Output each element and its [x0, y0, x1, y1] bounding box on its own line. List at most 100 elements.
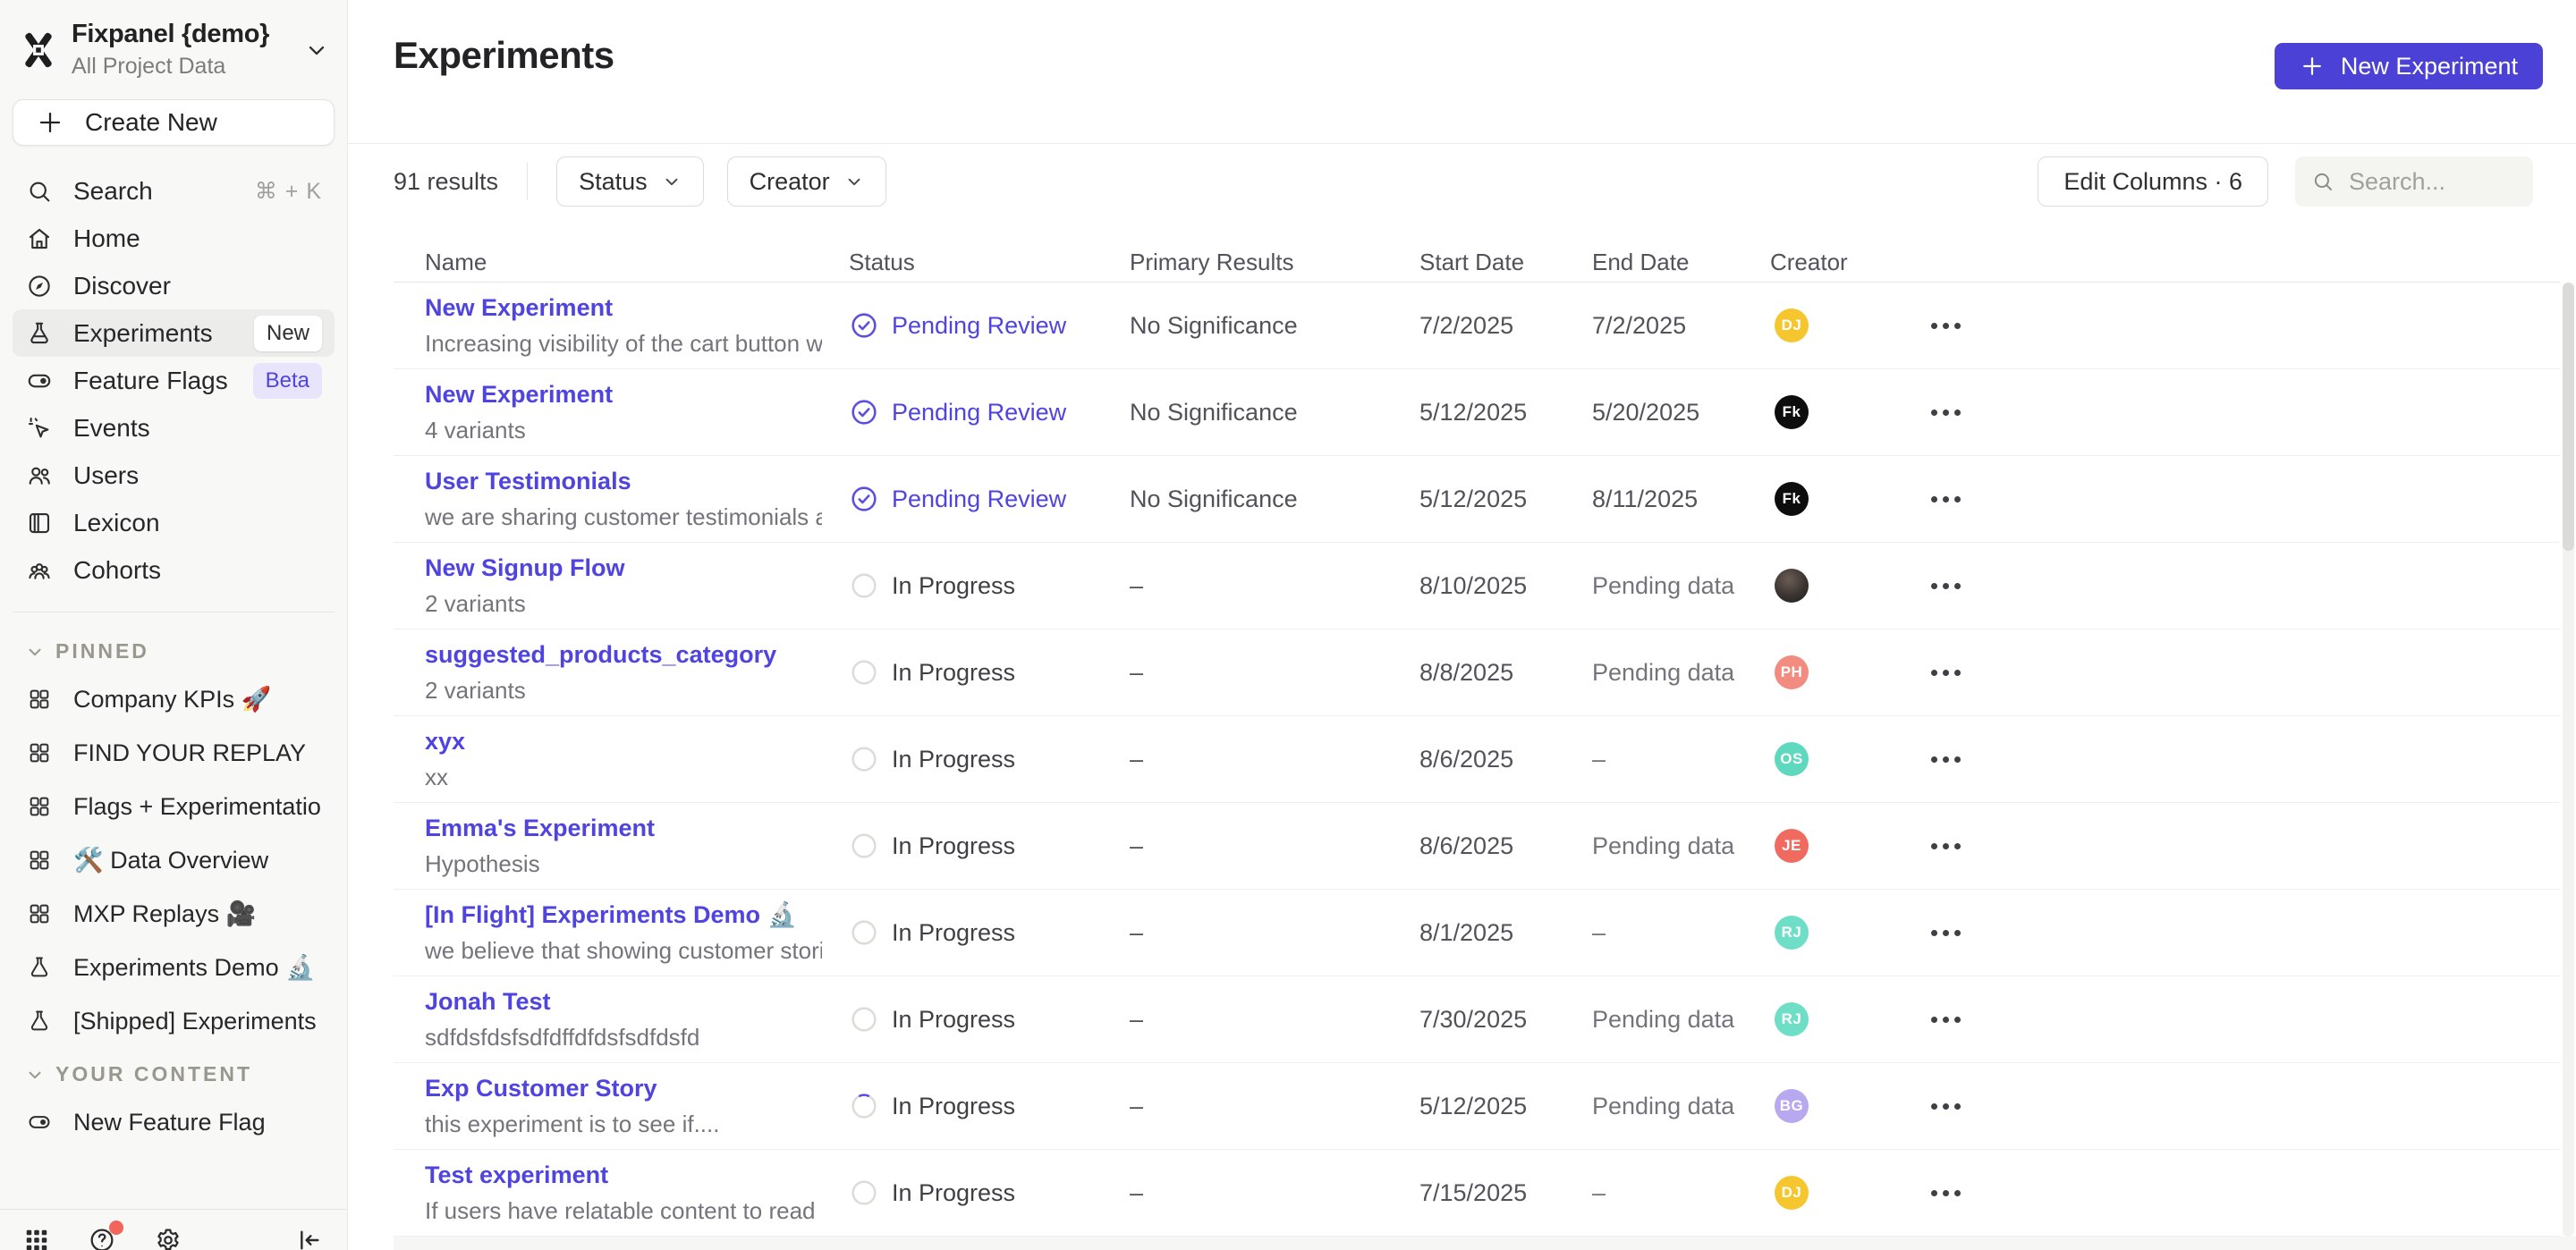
search-box[interactable] [2295, 156, 2533, 207]
creator-avatar[interactable]: DJ [1775, 1176, 1809, 1210]
column-header-status[interactable]: Status [849, 249, 1130, 276]
sidebar-item-feature-flags[interactable]: Feature Flags Beta [13, 357, 335, 404]
apps-grid-button[interactable] [23, 1227, 50, 1250]
search-input[interactable] [2347, 167, 2517, 197]
sidebar-item-cohorts[interactable]: Cohorts [13, 546, 335, 594]
pinned-item-mxp-replays[interactable]: MXP Replays 🎥 [13, 887, 335, 941]
table-row[interactable]: User Testimonials we are sharing custome… [394, 456, 2560, 543]
experiment-name-link[interactable]: New Experiment [425, 381, 822, 409]
pinned-item-experiments-demo[interactable]: Experiments Demo 🔬 [13, 941, 335, 994]
table-row[interactable]: New Experiment Increasing visibility of … [394, 283, 2560, 369]
cursor-click-icon [25, 415, 54, 442]
your-content-section-header[interactable]: YOUR CONTENT [0, 1048, 347, 1095]
column-header-end-date[interactable]: End Date [1592, 249, 1770, 276]
creator-avatar[interactable]: PH [1775, 655, 1809, 689]
workspace-switcher[interactable]: Fixpanel {demo} All Project Data [0, 0, 347, 90]
row-actions-button[interactable] [1926, 1181, 1966, 1205]
experiment-name-link[interactable]: New Signup Flow [425, 554, 822, 582]
primary-results-cell: – [1130, 919, 1419, 947]
status-empty-circle-icon [849, 1178, 879, 1208]
primary-results-cell: No Significance [1130, 486, 1419, 513]
primary-results-cell: No Significance [1130, 312, 1419, 340]
row-actions-button[interactable] [1926, 1094, 1966, 1119]
pinned-item-flags-experimentation-demo[interactable]: Flags + Experimentation Demo 🚩 [13, 780, 335, 833]
cohorts-icon [25, 557, 54, 584]
creator-avatar[interactable]: Fk [1775, 482, 1809, 516]
start-date-cell: 7/2/2025 [1419, 312, 1592, 340]
pinned-item-company-kpis[interactable]: Company KPIs 🚀 [13, 672, 335, 726]
creator-avatar[interactable]: JE [1775, 829, 1809, 863]
search-icon [2311, 170, 2334, 193]
main-area: Experiments New Experiment 91 results St… [348, 0, 2576, 1250]
creator-avatar[interactable]: RJ [1775, 916, 1809, 950]
table-row[interactable]: Exp Customer Story this experiment is to… [394, 1063, 2560, 1150]
primary-results-cell: – [1130, 572, 1419, 600]
experiment-name-link[interactable]: [In Flight] Experiments Demo 🔬 [425, 900, 822, 929]
experiment-name-link[interactable]: Test experiment [425, 1161, 822, 1189]
collapse-sidebar-button[interactable] [295, 1226, 324, 1250]
sidebar-item-lexicon[interactable]: Lexicon [13, 499, 335, 546]
column-header-primary-results[interactable]: Primary Results [1130, 249, 1419, 276]
table-row[interactable]: [In Flight] Experiments Demo 🔬 we believ… [394, 890, 2560, 976]
toggle-icon [25, 1110, 54, 1135]
column-header-name[interactable]: Name [425, 249, 849, 276]
row-actions-button[interactable] [1926, 401, 1966, 425]
row-actions-button[interactable] [1926, 834, 1966, 858]
creator-avatar[interactable]: BG [1775, 1089, 1809, 1123]
experiment-name-link[interactable]: New Experiment [425, 294, 822, 322]
end-date-cell: 8/11/2025 [1592, 486, 1770, 513]
table-row[interactable]: suggested_products_category 2 variants I… [394, 629, 2560, 716]
creator-avatar[interactable]: OS [1775, 742, 1809, 776]
column-header-creator[interactable]: Creator [1770, 249, 1931, 276]
pinned-section-header[interactable]: PINNED [0, 625, 347, 672]
row-actions-button[interactable] [1926, 487, 1966, 511]
table-row[interactable]: New Experiment 4 variants Pending Review… [394, 369, 2560, 456]
pinned-item-find-your-replay[interactable]: FIND YOUR REPLAY [13, 726, 335, 780]
sidebar-item-search[interactable]: Search ⌘ + K [13, 167, 335, 215]
creator-avatar[interactable] [1775, 569, 1809, 603]
row-actions-button[interactable] [1926, 1008, 1966, 1032]
creator-avatar[interactable]: RJ [1775, 1002, 1809, 1036]
scrollbar-thumb[interactable] [2563, 283, 2574, 551]
table-row[interactable]: New Signup Flow 2 variants In Progress –… [394, 543, 2560, 629]
table-row[interactable]: xyx xx In Progress – 8/6/2025 – OS [394, 716, 2560, 803]
sidebar-item-events[interactable]: Events [13, 404, 335, 452]
creator-filter-button[interactable]: Creator [727, 156, 886, 207]
pinned-item-shipped-experiments-demo[interactable]: [Shipped] Experiments Demo 🖊️ [13, 994, 335, 1048]
experiment-name-link[interactable]: xyx [425, 728, 822, 756]
row-actions-button[interactable] [1926, 661, 1966, 685]
status-empty-circle-icon [849, 657, 879, 688]
horizontal-scrollbar-track[interactable] [394, 1237, 2576, 1250]
row-actions-button[interactable] [1926, 921, 1966, 945]
pinned-item-data-overview[interactable]: 🛠️ Data Overview [13, 833, 335, 887]
table-row[interactable]: Emma's Experiment Hypothesis In Progress… [394, 803, 2560, 890]
sidebar-item-home[interactable]: Home [13, 215, 335, 262]
experiment-name-link[interactable]: Jonah Test [425, 988, 822, 1016]
settings-gear-button[interactable] [154, 1226, 182, 1250]
sidebar-item-discover[interactable]: Discover [13, 262, 335, 309]
status-filter-button[interactable]: Status [556, 156, 704, 207]
edit-columns-button[interactable]: Edit Columns · 6 [2038, 156, 2268, 207]
table-row[interactable]: Test experiment If users have relatable … [394, 1150, 2560, 1237]
results-count: 91 results [394, 168, 498, 196]
experiment-name-link[interactable]: User Testimonials [425, 468, 822, 495]
experiment-name-link[interactable]: suggested_products_category [425, 641, 822, 669]
sidebar-item-users[interactable]: Users [13, 452, 335, 499]
experiment-name-link[interactable]: Exp Customer Story [425, 1075, 822, 1102]
create-new-button[interactable]: Create New [13, 99, 335, 146]
new-experiment-button[interactable]: New Experiment [2275, 43, 2543, 89]
help-button[interactable] [88, 1226, 116, 1250]
row-actions-button[interactable] [1926, 314, 1966, 338]
row-actions-button[interactable] [1926, 747, 1966, 772]
your-content-item-new-feature-flag[interactable]: New Feature Flag [13, 1095, 335, 1149]
status-cell: In Progress [849, 917, 1130, 948]
table-row[interactable]: Jonah Test sdfdsfdsfsdfdffdfdsfsdfdsfd I… [394, 976, 2560, 1063]
column-header-start-date[interactable]: Start Date [1419, 249, 1592, 276]
creator-avatar[interactable]: DJ [1775, 308, 1809, 342]
vertical-scrollbar[interactable] [2563, 283, 2574, 1237]
sidebar-item-experiments[interactable]: Experiments New [13, 309, 335, 357]
creator-avatar[interactable]: Fk [1775, 395, 1809, 429]
experiment-name-link[interactable]: Emma's Experiment [425, 815, 822, 842]
row-actions-button[interactable] [1926, 574, 1966, 598]
status-empty-circle-icon [849, 1004, 879, 1035]
